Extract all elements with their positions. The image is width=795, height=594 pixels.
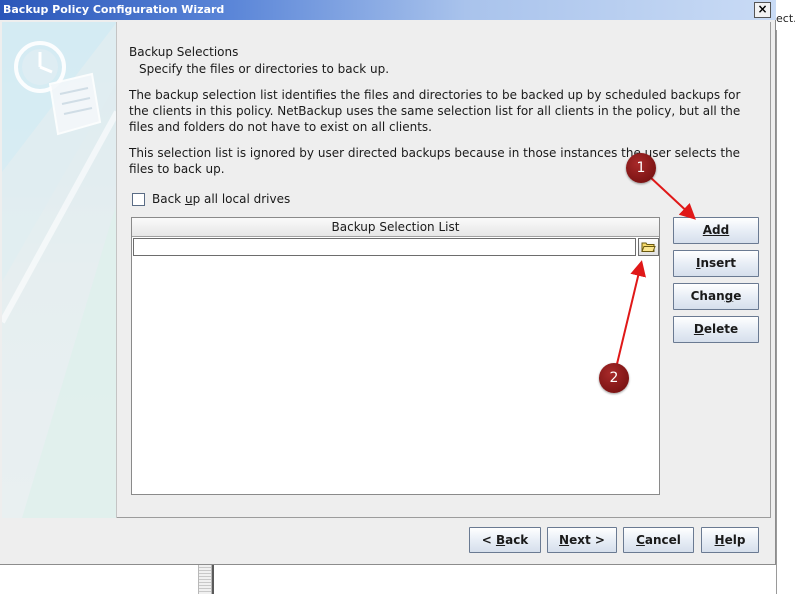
- background-window-edge: ect.s: [776, 0, 795, 594]
- page-title: Backup Selections: [129, 45, 239, 59]
- splitter-grip[interactable]: [198, 565, 212, 594]
- change-button[interactable]: Change: [673, 283, 759, 310]
- browse-button[interactable]: [638, 238, 659, 256]
- background-text: ect.s: [776, 12, 795, 25]
- path-input[interactable]: [133, 238, 636, 256]
- wizard-window: Backup Policy Configuration Wizard × Bac…: [0, 0, 776, 565]
- insert-button[interactable]: Insert: [673, 250, 759, 277]
- step-marker-2: 2: [599, 363, 629, 393]
- back-button[interactable]: < Back: [469, 527, 541, 553]
- backup-all-drives-label[interactable]: Back up all local drives: [152, 192, 290, 206]
- step-marker-1: 1: [626, 153, 656, 183]
- side-graphic-art: [2, 22, 116, 518]
- list-column-header: Backup Selection List: [132, 218, 659, 237]
- background-divider: [776, 30, 777, 594]
- document-icon: [48, 72, 102, 136]
- description-user-directed: This selection list is ignored by user d…: [129, 146, 741, 176]
- backup-selection-list[interactable]: Backup Selection List: [131, 217, 660, 495]
- content-panel: Backup Selections Specify the files or d…: [117, 22, 771, 518]
- close-button[interactable]: ×: [754, 2, 771, 18]
- backup-all-drives-row[interactable]: Back up all local drives: [132, 191, 290, 207]
- add-button[interactable]: Add: [673, 217, 759, 244]
- wizard-side-graphic: [2, 22, 117, 518]
- close-icon: ×: [757, 2, 768, 16]
- help-button[interactable]: Help: [701, 527, 759, 553]
- delete-button[interactable]: Delete: [673, 316, 759, 343]
- background-bottom: [0, 565, 776, 594]
- page-subtitle: Specify the files or directories to back…: [139, 62, 390, 76]
- next-button[interactable]: Next >: [547, 527, 617, 553]
- folder-icon: [641, 242, 656, 252]
- cancel-button[interactable]: Cancel: [623, 527, 694, 553]
- title-bar[interactable]: Backup Policy Configuration Wizard ×: [0, 0, 776, 20]
- background-divider-vertical: [212, 565, 214, 594]
- description-selection-list: The backup selection list identifies the…: [129, 88, 741, 134]
- window-title: Backup Policy Configuration Wizard: [3, 3, 225, 16]
- backup-all-drives-checkbox[interactable]: [132, 192, 145, 206]
